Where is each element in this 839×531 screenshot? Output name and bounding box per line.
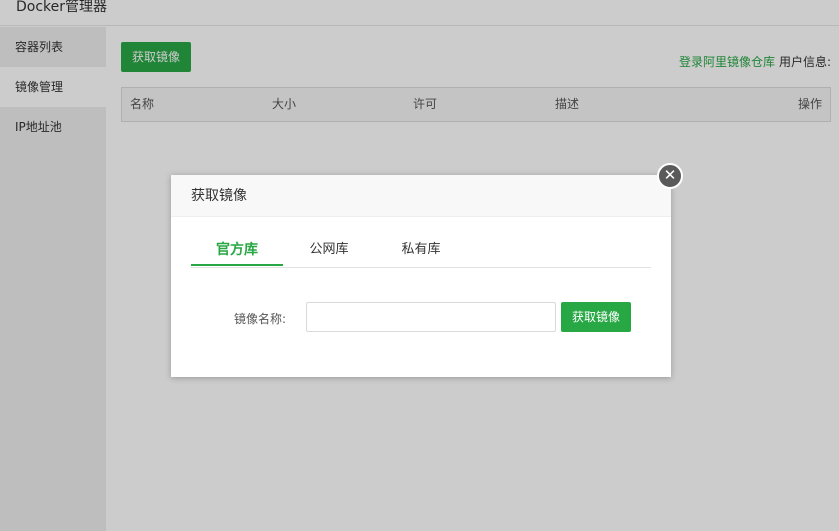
close-icon: ✕ (663, 166, 677, 184)
registry-tabs: 官方库 公网库 私有库 (191, 239, 651, 268)
close-button[interactable]: ✕ (657, 163, 683, 189)
fetch-image-dialog: 获取镜像 ✕ 官方库 公网库 私有库 镜像名称: 获取镜像 (171, 163, 683, 377)
app-window: Docker管理器 容器列表 镜像管理 IP地址池 获取镜像 登录阿里镜像仓库用… (0, 0, 839, 531)
dialog-title: 获取镜像 (171, 175, 671, 217)
tab-private[interactable]: 私有库 (375, 239, 467, 266)
image-name-label: 镜像名称: (234, 312, 287, 326)
tab-official[interactable]: 官方库 (191, 239, 283, 266)
dialog-fetch-button[interactable]: 获取镜像 (561, 302, 631, 332)
image-name-input[interactable] (306, 302, 556, 332)
tab-public[interactable]: 公网库 (283, 239, 375, 266)
